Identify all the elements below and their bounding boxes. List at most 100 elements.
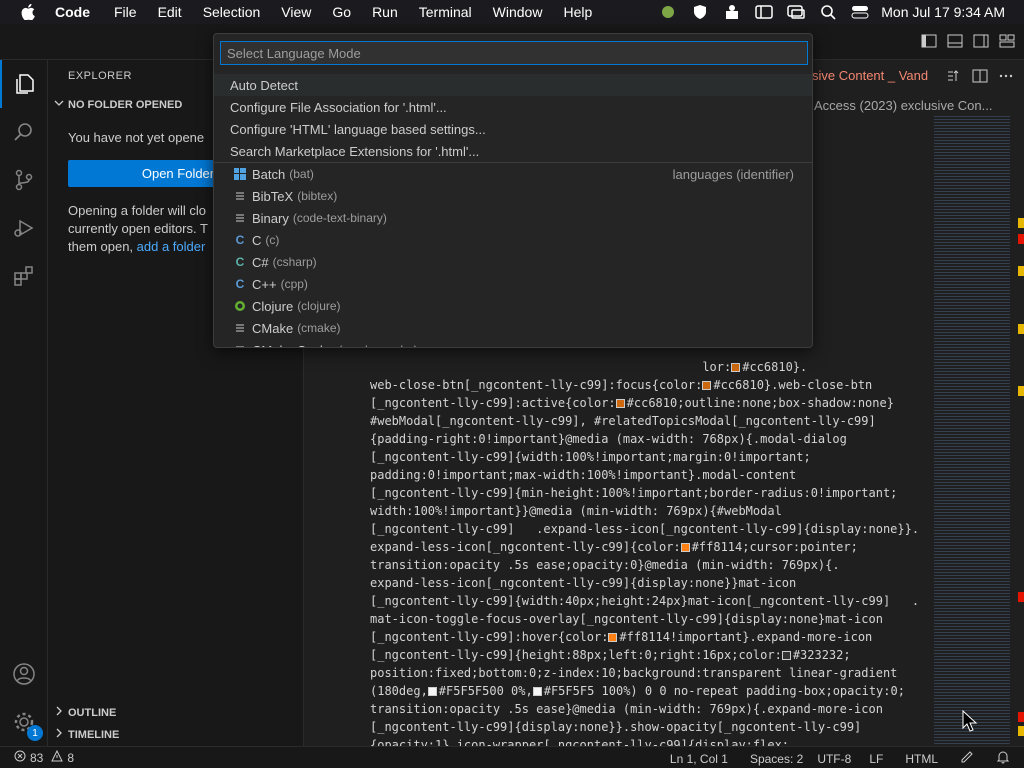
menu-edit[interactable]: Edit (158, 4, 182, 20)
ruler-mark (1018, 712, 1024, 722)
code-line: [_ngcontent-lly-c99]{width:40px;height:2… (370, 594, 920, 608)
language-mode[interactable]: HTML (905, 752, 938, 766)
search-icon[interactable] (819, 3, 837, 21)
ruler-mark (1018, 218, 1024, 228)
breadcrumb[interactable]: Access (2023) exclusive Con... (814, 98, 992, 113)
menubar-clock[interactable]: Mon Jul 17 9:34 AM (881, 4, 1005, 20)
quick-pick-list: Auto Detect Configure File Association f… (214, 74, 812, 347)
code-line: transition:opacity .5s ease}@media (min-… (370, 702, 883, 716)
code-line: [_ngcontent-lly-c99]:hover{color: #ff8114… (370, 630, 873, 644)
language-option[interactable]: Batch (bat) languages (identifier) (214, 163, 812, 185)
language-identifier: (bat) (289, 167, 314, 181)
warning-icon (51, 749, 64, 765)
manage-gear-icon[interactable]: 1 (0, 698, 48, 746)
c-icon: C (235, 233, 245, 247)
tray-screen-mirroring-icon[interactable] (787, 3, 805, 21)
tray-person-icon[interactable] (723, 3, 741, 21)
tray-sidebar-icon[interactable] (755, 3, 773, 21)
quick-pick-input[interactable] (220, 41, 808, 65)
option-label: Auto Detect (230, 77, 298, 93)
outline-section-header[interactable]: OUTLINE (54, 706, 116, 719)
open-changes-icon[interactable] (946, 68, 962, 84)
language-mode-quick-pick: Auto Detect Configure File Association f… (213, 33, 813, 348)
menu-window[interactable]: Window (493, 4, 543, 20)
indentation[interactable]: Spaces: 2 (750, 752, 803, 766)
language-option[interactable]: C C (c) (214, 229, 812, 251)
extensions-icon[interactable] (0, 252, 48, 300)
ruler-mark (1018, 266, 1024, 276)
accounts-icon[interactable] (0, 650, 48, 698)
search-view-icon[interactable] (0, 108, 48, 156)
menu-terminal[interactable]: Terminal (419, 4, 472, 20)
language-option[interactable]: C C# (csharp) (214, 251, 812, 273)
language-identifier: (cpp) (280, 277, 308, 291)
encoding[interactable]: UTF-8 (817, 752, 851, 766)
add-folder-link[interactable]: add a folder (137, 239, 206, 254)
cursor-position[interactable]: Ln 1, Col 1 (670, 752, 728, 766)
split-editor-icon[interactable] (972, 68, 988, 84)
language-option[interactable]: CMake (cmake) (214, 317, 812, 339)
menu-help[interactable]: Help (563, 4, 592, 20)
no-folder-section-header[interactable]: NO FOLDER OPENED (54, 98, 182, 111)
mouse-cursor-icon (962, 709, 978, 735)
language-option[interactable]: BibTeX (bibtex) (214, 185, 812, 207)
manage-badge: 1 (27, 725, 43, 741)
clojure-icon (232, 298, 248, 314)
menu-run[interactable]: Run (372, 4, 398, 20)
menu-file[interactable]: File (114, 4, 137, 20)
code-line: {opacity:1}.icon-wrapper[_ngcontent-lly-… (370, 738, 790, 746)
notifications-bell-icon[interactable] (996, 750, 1010, 767)
apple-icon[interactable] (19, 3, 37, 21)
csharp-icon: C (235, 255, 245, 269)
tray-app-icon[interactable] (659, 3, 677, 21)
language-identifier: (csharp) (272, 255, 317, 269)
minimap[interactable] (934, 116, 1010, 746)
language-option[interactable]: CMake Cache (cmake-cache) (214, 339, 812, 347)
language-option[interactable]: Binary (code-text-binary) (214, 207, 812, 229)
language-option[interactable]: Clojure (clojure) (214, 295, 812, 317)
code-line: [_ngcontent-lly-c99]{height:88px;left:0;… (370, 648, 851, 662)
language-identifier: (cmake-cache) (338, 343, 417, 347)
error-count: 83 (30, 750, 44, 765)
menu-view[interactable]: View (281, 4, 311, 20)
more-actions-icon[interactable] (998, 68, 1014, 84)
timeline-label: TIMELINE (68, 728, 120, 741)
language-option[interactable]: C C++ (cpp) (214, 273, 812, 295)
code-line: expand-less-icon[_ngcontent-lly-c99]{dis… (370, 576, 797, 590)
lines-icon (232, 320, 248, 336)
code-line: expand-less-icon[_ngcontent-lly-c99]{col… (370, 540, 858, 554)
chevron-right-icon (54, 706, 64, 719)
option-auto-detect[interactable]: Auto Detect (214, 74, 812, 96)
section-title: NO FOLDER OPENED (68, 98, 183, 111)
macos-menu-bar: Code File Edit Selection View Go Run Ter… (0, 0, 1024, 24)
option-configure-settings[interactable]: Configure 'HTML' language based settings… (214, 118, 812, 140)
control-center-icon[interactable] (851, 3, 869, 21)
source-control-icon[interactable] (0, 156, 48, 204)
code-line: [_ngcontent-lly-c99]{display:none}}.show… (370, 720, 862, 734)
toggle-panel-icon[interactable] (946, 32, 964, 50)
overview-ruler[interactable] (1018, 116, 1024, 746)
ruler-mark (1018, 726, 1024, 736)
ruler-mark (1018, 324, 1024, 334)
language-name: Clojure (252, 298, 294, 314)
option-configure-association[interactable]: Configure File Association for '.html'..… (214, 96, 812, 118)
timeline-section-header[interactable]: TIMELINE (54, 728, 119, 741)
toggle-secondary-sidebar-icon[interactable] (972, 32, 990, 50)
run-and-debug-icon[interactable] (0, 204, 48, 252)
language-name: Batch (252, 166, 286, 182)
editor-tab[interactable]: sive Content _ Vand (812, 68, 928, 83)
toggle-primary-sidebar-icon[interactable] (920, 32, 938, 50)
ruler-mark (1018, 386, 1024, 396)
customize-layout-icon[interactable] (998, 32, 1016, 50)
language-name: BibTeX (252, 188, 294, 204)
code-line: transition:opacity .5s ease;opacity:0}@m… (370, 558, 840, 572)
tray-shield-icon[interactable] (691, 3, 709, 21)
explorer-icon[interactable] (0, 60, 48, 108)
menu-selection[interactable]: Selection (203, 4, 261, 20)
problems-indicator[interactable]: 83 8 (14, 749, 74, 765)
end-of-line[interactable]: LF (869, 752, 883, 766)
option-search-marketplace[interactable]: Search Marketplace Extensions for '.html… (214, 140, 812, 162)
menu-app-name[interactable]: Code (55, 4, 90, 20)
feedback-icon[interactable] (960, 750, 974, 767)
menu-go[interactable]: Go (332, 4, 351, 20)
